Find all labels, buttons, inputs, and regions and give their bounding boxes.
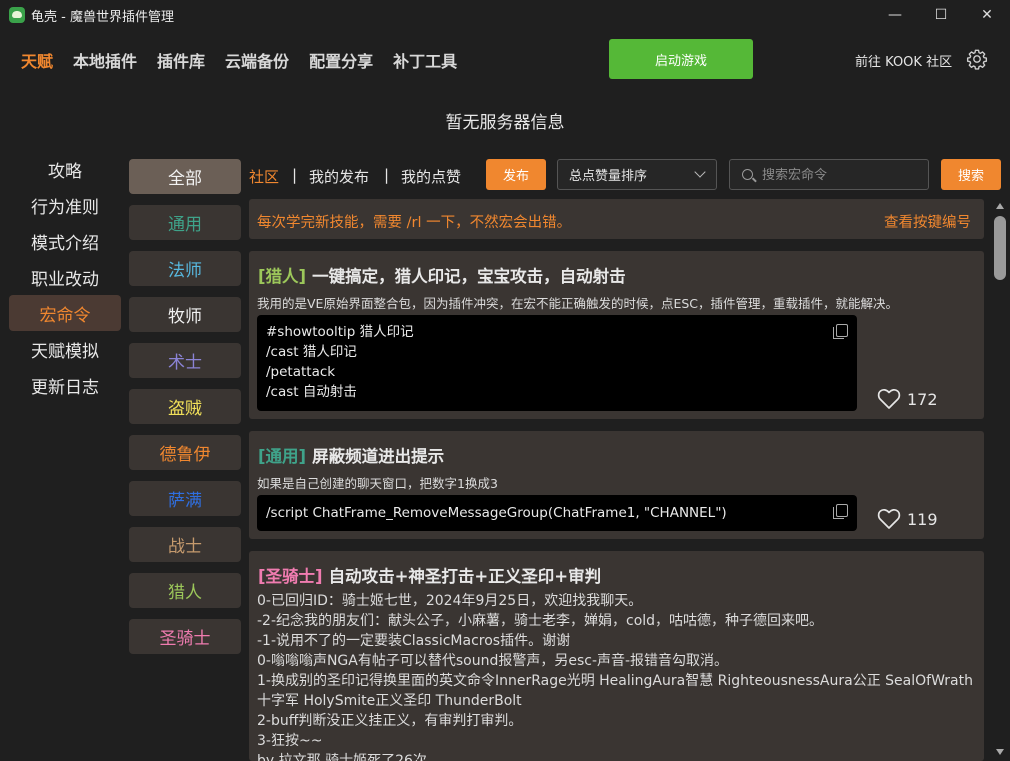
launch-game-button[interactable]: 启动游戏 — [609, 39, 753, 79]
class-shaman-button[interactable]: 萨满 — [129, 481, 241, 516]
like-count: 172 — [907, 389, 938, 409]
sort-select[interactable]: 总点赞量排序 — [557, 159, 717, 190]
code-line: /script ChatFrame_RemoveMessageGroup(Cha… — [266, 505, 727, 521]
macro-code-block: #showtooltip 猎人印记 /cast 猎人印记 /petattack … — [257, 315, 857, 411]
macro-title: [圣骑士] 自动攻击+神圣打击+正义圣印+审判 — [258, 563, 601, 587]
macro-title-text: 屏蔽频道进出提示 — [312, 447, 445, 466]
macro-class-tag: [猎人] — [258, 267, 307, 286]
heart-icon — [877, 508, 901, 529]
macro-title-text: 自动攻击+神圣打击+正义圣印+审判 — [328, 567, 602, 586]
sidebar-item-mode-intro[interactable]: 模式介绍 — [9, 223, 121, 259]
macro-class-tag: [通用] — [258, 447, 307, 466]
filter-bar: 社区 | 我的发布 | 我的点赞 发布 总点赞量排序 搜索 — [249, 159, 1001, 191]
class-general-button[interactable]: 通用 — [129, 205, 241, 240]
macro-description: 0-已回归ID：骑士姬七世，2024年9月25日，欢迎找我聊天。 -2-纪念我的… — [257, 591, 977, 761]
server-info: 暂无服务器信息 — [445, 113, 565, 133]
heart-icon — [877, 388, 901, 409]
code-line: /cast 自动射击 — [266, 384, 357, 400]
search-icon — [742, 169, 753, 180]
minimize-button[interactable]: — — [872, 0, 918, 30]
search-button[interactable]: 搜索 — [941, 159, 1001, 190]
nav-tabs: 天赋 本地插件 插件库 云端备份 配置分享 补丁工具 — [21, 48, 457, 72]
scroll-down-arrow-icon[interactable] — [996, 749, 1004, 755]
sort-select-value: 总点赞量排序 — [569, 169, 648, 184]
copy-icon[interactable] — [833, 504, 848, 519]
view-key-codes-link[interactable]: 查看按键编号 — [884, 211, 971, 232]
notice-text: 每次学完新技能，需要 /rl 一下，不然宏会出错。 — [257, 215, 572, 231]
tab-cloud-backup[interactable]: 云端备份 — [225, 48, 289, 72]
macro-title: [通用] 屏蔽频道进出提示 — [258, 443, 444, 467]
class-all-button[interactable]: 全部 — [129, 159, 241, 194]
filter-separator: | — [292, 166, 298, 184]
description-line: 2-buff判断没正义挂正义，有审判打审判。 — [257, 713, 523, 729]
tab-config-share[interactable]: 配置分享 — [309, 48, 373, 72]
description-line: by 拉文那 骑士姬死了26次 — [257, 753, 427, 761]
code-line: #showtooltip 猎人印记 — [266, 324, 414, 340]
scroll-up-arrow-icon[interactable] — [996, 203, 1004, 209]
macro-description: 我用的是VE原始界面整合包，因为插件冲突，在宏不能正确触发的时候，点ESC，插件… — [257, 296, 899, 311]
sidebar-item-changelog[interactable]: 更新日志 — [9, 367, 121, 403]
macro-title: [猎人] 一键搞定，猎人印记，宝宝攻击，自动射击 — [258, 263, 626, 287]
kook-community-link[interactable]: 前往 KOOK 社区 — [855, 51, 952, 70]
search-box — [729, 159, 929, 190]
class-warrior-button[interactable]: 战士 — [129, 527, 241, 562]
code-line: /cast 猎人印记 — [266, 344, 357, 360]
description-line: -2-纪念我的朋友们：献头公子，小麻薯，骑士老李，婵娟，cold，咕咕德，种子德… — [257, 613, 824, 629]
class-paladin-button[interactable]: 圣骑士 — [129, 619, 241, 654]
app-logo-icon — [9, 7, 25, 23]
class-mage-button[interactable]: 法师 — [129, 251, 241, 286]
macro-card: [圣骑士] 自动攻击+神圣打击+正义圣印+审判 0-已回归ID：骑士姬七世，202… — [249, 551, 984, 761]
macro-card: [通用] 屏蔽频道进出提示 如果是自己创建的聊天窗口，把数字1换成3 /scrip… — [249, 431, 984, 539]
close-button[interactable]: ✕ — [964, 0, 1010, 30]
macro-code-block: /script ChatFrame_RemoveMessageGroup(Cha… — [257, 495, 857, 531]
like-button[interactable]: 119 — [877, 508, 938, 530]
description-line: -1-说用不了的一定要装ClassicMacros插件。谢谢 — [257, 633, 571, 649]
class-druid-button[interactable]: 德鲁伊 — [129, 435, 241, 470]
tab-talent[interactable]: 天赋 — [21, 48, 53, 72]
chevron-down-icon — [694, 166, 706, 178]
description-line: 3-狂按~~ — [257, 733, 323, 749]
sidebar-item-guide[interactable]: 攻略 — [9, 151, 121, 187]
filter-separator: | — [384, 166, 390, 184]
sidebar: 攻略 行为准则 模式介绍 职业改动 宏命令 天赋模拟 更新日志 — [9, 151, 121, 403]
scrollbar[interactable] — [992, 199, 1008, 761]
tab-addon-library[interactable]: 插件库 — [157, 48, 205, 72]
class-rogue-button[interactable]: 盗贼 — [129, 389, 241, 424]
tab-patch-tools[interactable]: 补丁工具 — [393, 48, 457, 72]
scrollbar-thumb[interactable] — [994, 216, 1006, 280]
code-line: /petattack — [266, 364, 336, 380]
class-warlock-button[interactable]: 术士 — [129, 343, 241, 378]
sidebar-item-talent-simulator[interactable]: 天赋模拟 — [9, 331, 121, 367]
top-nav: 天赋 本地插件 插件库 云端备份 配置分享 补丁工具 启动游戏 前往 KOOK … — [0, 38, 1010, 80]
title-bar: 龟壳 - 魔兽世界插件管理 — ☐ ✕ — [0, 0, 1010, 30]
like-button[interactable]: 172 — [877, 388, 938, 410]
gear-icon[interactable] — [966, 48, 988, 70]
maximize-button[interactable]: ☐ — [918, 0, 964, 30]
sidebar-item-macros[interactable]: 宏命令 — [9, 295, 121, 331]
description-line: 0-已回归ID：骑士姬七世，2024年9月25日，欢迎找我聊天。 — [257, 593, 643, 609]
macro-title-text: 一键搞定，猎人印记，宝宝攻击，自动射击 — [312, 267, 626, 286]
window-title: 龟壳 - 魔兽世界插件管理 — [31, 9, 174, 25]
macro-card: [猎人] 一键搞定，猎人印记，宝宝攻击，自动射击 我用的是VE原始界面整合包，因为… — [249, 251, 984, 419]
tab-local-addons[interactable]: 本地插件 — [73, 48, 137, 72]
macro-description: 如果是自己创建的聊天窗口，把数字1换成3 — [257, 476, 498, 491]
search-input[interactable] — [762, 166, 922, 184]
sidebar-item-code-of-conduct[interactable]: 行为准则 — [9, 187, 121, 223]
description-line: 1-换成别的圣印记得换里面的英文命令InnerRage光明 HealingAur… — [257, 673, 973, 709]
filter-my-likes-link[interactable]: 我的点赞 — [401, 166, 461, 187]
description-line: 0-嗡嗡嗡声NGA有帖子可以替代sound报警声，另esc-声音-报错音勾取消。 — [257, 653, 729, 669]
class-priest-button[interactable]: 牧师 — [129, 297, 241, 332]
class-hunter-button[interactable]: 猎人 — [129, 573, 241, 608]
like-count: 119 — [907, 509, 938, 529]
filter-my-posts-link[interactable]: 我的发布 — [309, 166, 369, 187]
notice-banner: 每次学完新技能，需要 /rl 一下，不然宏会出错。 查看按键编号 — [249, 199, 984, 239]
class-filter-list: 全部 通用 法师 牧师 术士 盗贼 德鲁伊 萨满 战士 猎人 圣骑士 — [129, 159, 241, 665]
window-controls: — ☐ ✕ — [872, 0, 1010, 30]
macro-class-tag: [圣骑士] — [258, 567, 323, 586]
sidebar-item-class-changes[interactable]: 职业改动 — [9, 259, 121, 295]
filter-community-link[interactable]: 社区 — [249, 166, 279, 187]
publish-button[interactable]: 发布 — [486, 159, 546, 190]
copy-icon[interactable] — [833, 324, 848, 339]
